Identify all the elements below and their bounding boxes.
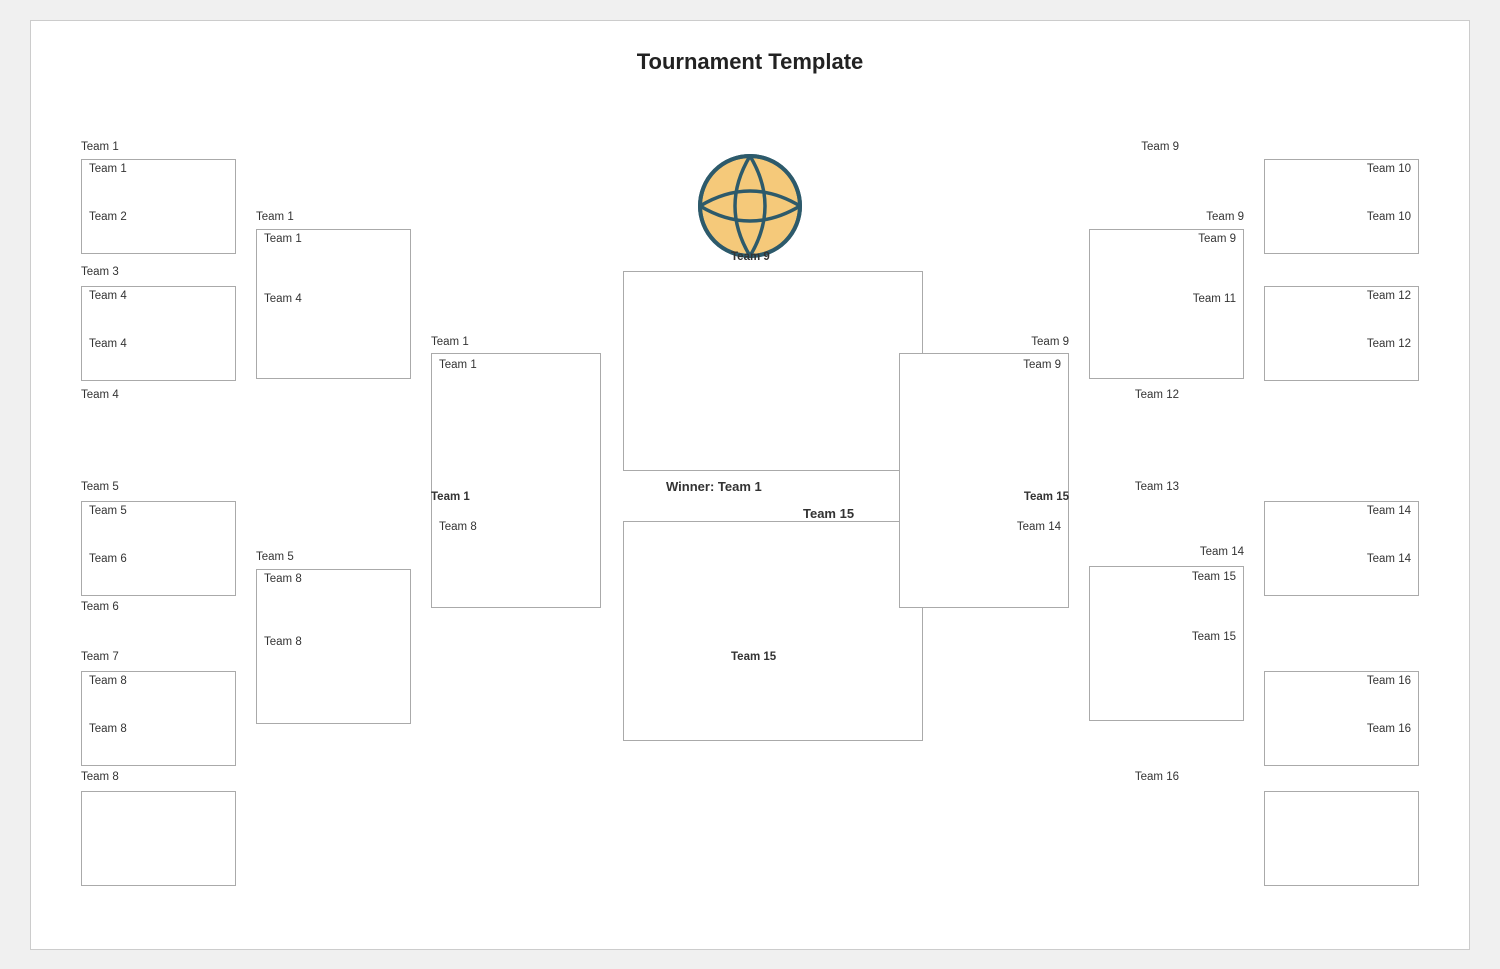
r2-tl-t4: Team 4 [264, 293, 302, 305]
r2-br-label: Team 14 [1200, 546, 1244, 558]
r2-tr-t9: Team 9 [1198, 233, 1236, 245]
team16-label: Team 16 [1135, 771, 1179, 783]
r1-t11-inner: Team 12 [1367, 290, 1411, 302]
center-bot-label: Team 15 [731, 651, 776, 663]
team12-label: Team 12 [1135, 389, 1179, 401]
r1-t7-inner: Team 8 [89, 675, 127, 687]
r4r-label: Team 15 [1024, 491, 1069, 503]
winner-label: Winner: Team 1 [666, 479, 762, 494]
r2-tl-t1: Team 1 [264, 233, 302, 245]
team5-label: Team 5 [81, 481, 119, 493]
r1-t2-inner: Team 2 [89, 211, 127, 223]
r1-t15-inner: Team 16 [1367, 675, 1411, 687]
r3l-t1: Team 1 [439, 359, 477, 371]
r1-t4-inner: Team 4 [89, 338, 127, 350]
team8-label: Team 8 [81, 771, 119, 783]
r1-t13-inner: Team 14 [1367, 505, 1411, 517]
bracket: Team 1 Team 1 Team 2 Team 3 Team 4 Team … [51, 91, 1449, 929]
center-r-top: Team 15 [803, 506, 854, 521]
r2-tr-t11: Team 11 [1193, 293, 1236, 305]
team7-label: Team 7 [81, 651, 119, 663]
r2-br-t15: Team 15 [1192, 631, 1236, 643]
center-top-label: Team 9 [731, 251, 770, 263]
r1-t12-inner: Team 12 [1367, 338, 1411, 350]
team4-label: Team 4 [81, 389, 119, 401]
r3r-t9: Team 9 [1023, 359, 1061, 371]
r1-t14-inner: Team 14 [1367, 553, 1411, 565]
r3r-label1: Team 9 [1031, 336, 1069, 348]
box-r1-4b [81, 791, 236, 886]
r1-t3-inner: Team 4 [89, 290, 127, 302]
r1-t16-inner: Team 16 [1367, 723, 1411, 735]
box-r3-l [431, 353, 601, 608]
box-r3-r [899, 353, 1069, 608]
team9-r1-label: Team 9 [1141, 141, 1179, 153]
r4l-label: Team 1 [431, 491, 470, 503]
r1-t9-inner: Team 10 [1367, 163, 1411, 175]
basketball-icon [695, 151, 805, 261]
r2-bl-t8: Team 8 [264, 636, 302, 648]
r2-bl-label1: Team 5 [256, 551, 294, 563]
team13-label: Team 13 [1135, 481, 1179, 493]
r2-bl-t5: Team 8 [264, 573, 302, 585]
r1-t5-inner: Team 5 [89, 505, 127, 517]
r3l-t8: Team 8 [439, 521, 477, 533]
box-center-bot [623, 521, 923, 741]
r1-t6-inner: Team 6 [89, 553, 127, 565]
box-r1-r4b [1264, 791, 1419, 886]
r1-t10-inner: Team 10 [1367, 211, 1411, 223]
page: Tournament Template Team 1 Team 1 Team 2… [30, 20, 1470, 950]
r1-t8-inner: Team 8 [89, 723, 127, 735]
r1-t1-inner: Team 1 [89, 163, 127, 175]
team1-r1-label: Team 1 [81, 141, 119, 153]
team3-label: Team 3 [81, 266, 119, 278]
r2-tr-label1: Team 9 [1206, 211, 1244, 223]
box-center-top [623, 271, 923, 471]
r3r-t14: Team 14 [1017, 521, 1061, 533]
team6-label: Team 6 [81, 601, 119, 613]
box-r2-r2 [1089, 566, 1244, 721]
r2-tl-label1: Team 1 [256, 211, 294, 223]
page-title: Tournament Template [31, 21, 1469, 75]
r3l-label1: Team 1 [431, 336, 469, 348]
r2-br-t14: Team 15 [1192, 571, 1236, 583]
